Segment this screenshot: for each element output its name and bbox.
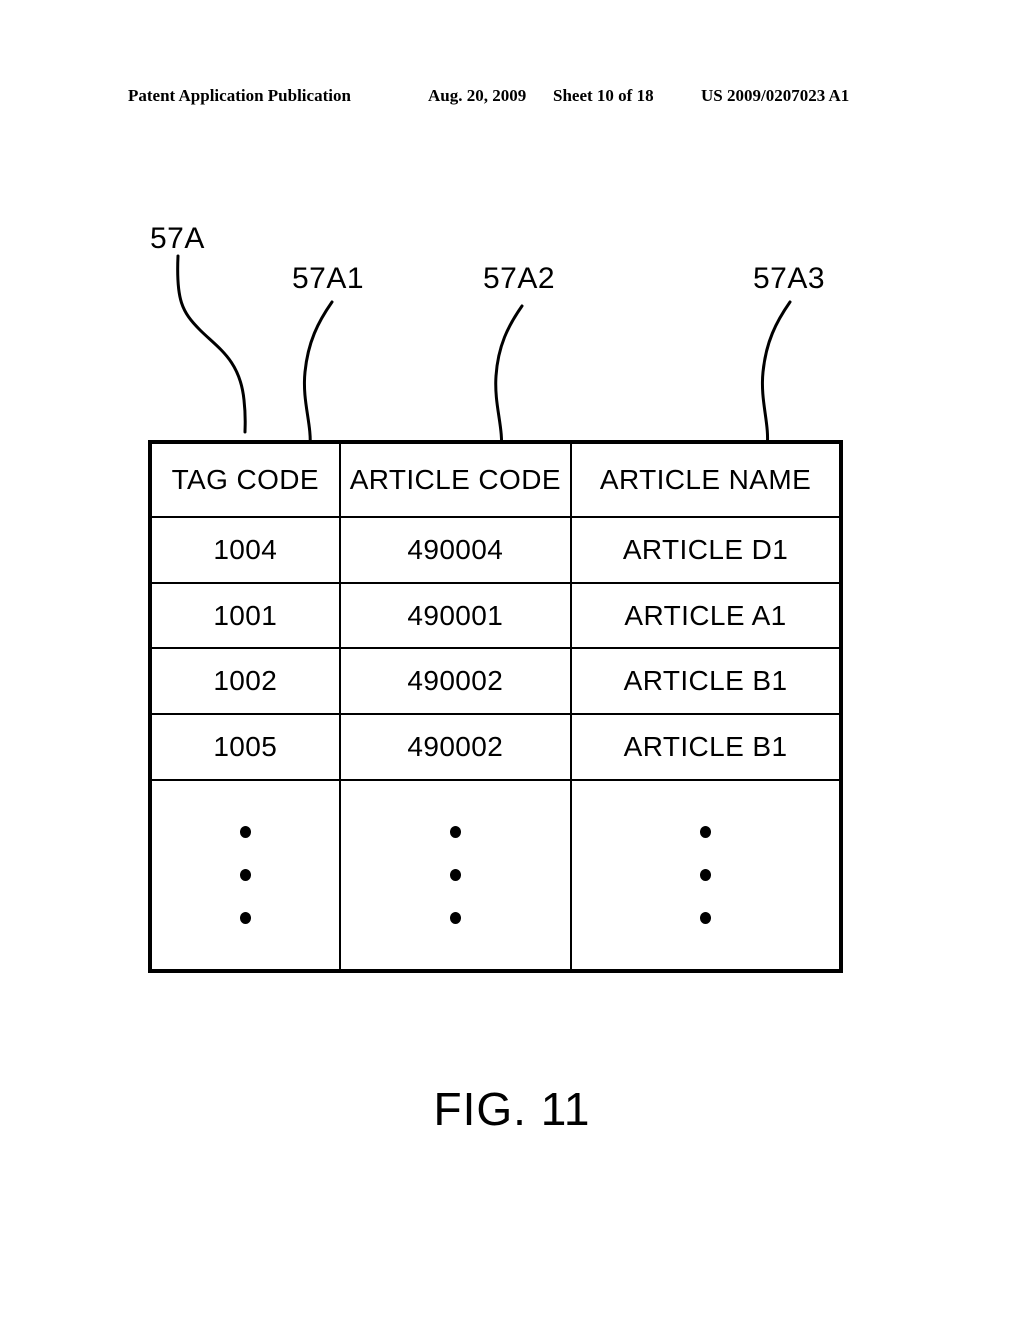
reference-label-column-1: 57A1 — [292, 262, 365, 295]
leader-line-table — [176, 254, 247, 434]
table-header-row: TAG CODE ARTICLE CODE ARTICLE NAME — [152, 444, 839, 518]
column-header-article-code: ARTICLE CODE — [339, 444, 573, 518]
table-row: 1004 490004 ARTICLE D1 — [152, 517, 839, 584]
cell-tag-code: 1002 — [152, 648, 341, 716]
cell-article-code-ellipsis — [339, 779, 573, 969]
header-publication-label: Patent Application Publication — [128, 86, 351, 105]
cell-article-name: ARTICLE B1 — [571, 648, 839, 716]
cell-tag-code: 1001 — [152, 582, 341, 650]
cell-tag-code-ellipsis — [152, 779, 341, 969]
table-row: 1002 490002 ARTICLE B1 — [152, 648, 839, 716]
cell-article-code: 490002 — [339, 714, 573, 781]
reference-label-column-3: 57A3 — [753, 262, 826, 295]
figure-caption: FIG. 11 — [433, 1083, 591, 1135]
reference-label-table: 57A — [150, 222, 205, 255]
cell-article-code: 490001 — [339, 582, 573, 650]
cell-article-name-ellipsis — [571, 779, 839, 969]
cell-article-code: 490002 — [339, 648, 573, 716]
cell-article-name: ARTICLE D1 — [571, 517, 839, 584]
page-header: Patent Application Publication Aug. 20, … — [128, 86, 888, 112]
table-row: 1005 490002 ARTICLE B1 — [152, 714, 839, 781]
cell-article-name: ARTICLE A1 — [571, 582, 839, 650]
article-table-grid: TAG CODE ARTICLE CODE ARTICLE NAME 1004 … — [152, 444, 839, 969]
reference-label-column-2: 57A2 — [483, 262, 556, 295]
article-table: TAG CODE ARTICLE CODE ARTICLE NAME 1004 … — [148, 440, 843, 973]
cell-tag-code: 1004 — [152, 517, 341, 584]
cell-tag-code: 1005 — [152, 714, 341, 781]
vertical-ellipsis-icon — [152, 781, 339, 969]
header-patent-number: US 2009/0207023 A1 — [701, 86, 850, 105]
header-sheet-number: Sheet 10 of 18 — [553, 86, 654, 105]
vertical-ellipsis-icon — [572, 781, 839, 969]
column-header-article-name: ARTICLE NAME — [571, 444, 839, 518]
table-continuation-row — [152, 779, 839, 969]
table-row: 1001 490001 ARTICLE A1 — [152, 582, 839, 650]
column-header-tag-code: TAG CODE — [152, 444, 341, 518]
cell-article-name: ARTICLE B1 — [571, 714, 839, 781]
vertical-ellipsis-icon — [341, 781, 571, 969]
cell-article-code: 490004 — [339, 517, 573, 584]
header-publication-date: Aug. 20, 2009 — [428, 86, 527, 105]
